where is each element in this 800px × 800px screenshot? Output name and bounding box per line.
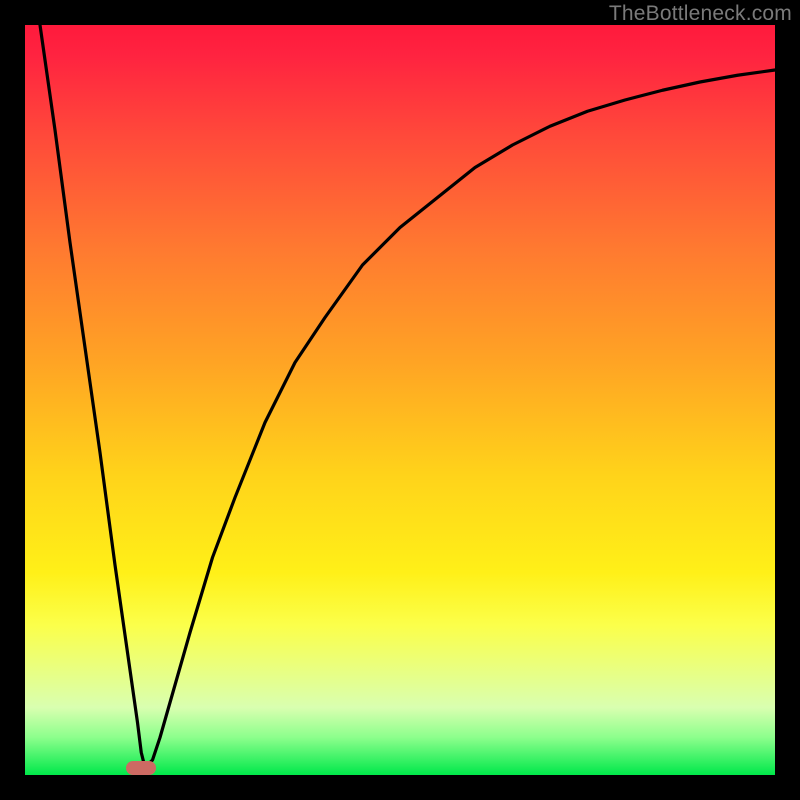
curve-svg	[25, 25, 775, 775]
watermark-text: TheBottleneck.com	[609, 2, 792, 26]
chart-frame: TheBottleneck.com	[0, 0, 800, 800]
minimum-marker	[126, 761, 156, 775]
plot-area	[25, 25, 775, 775]
bottleneck-curve	[25, 0, 775, 768]
